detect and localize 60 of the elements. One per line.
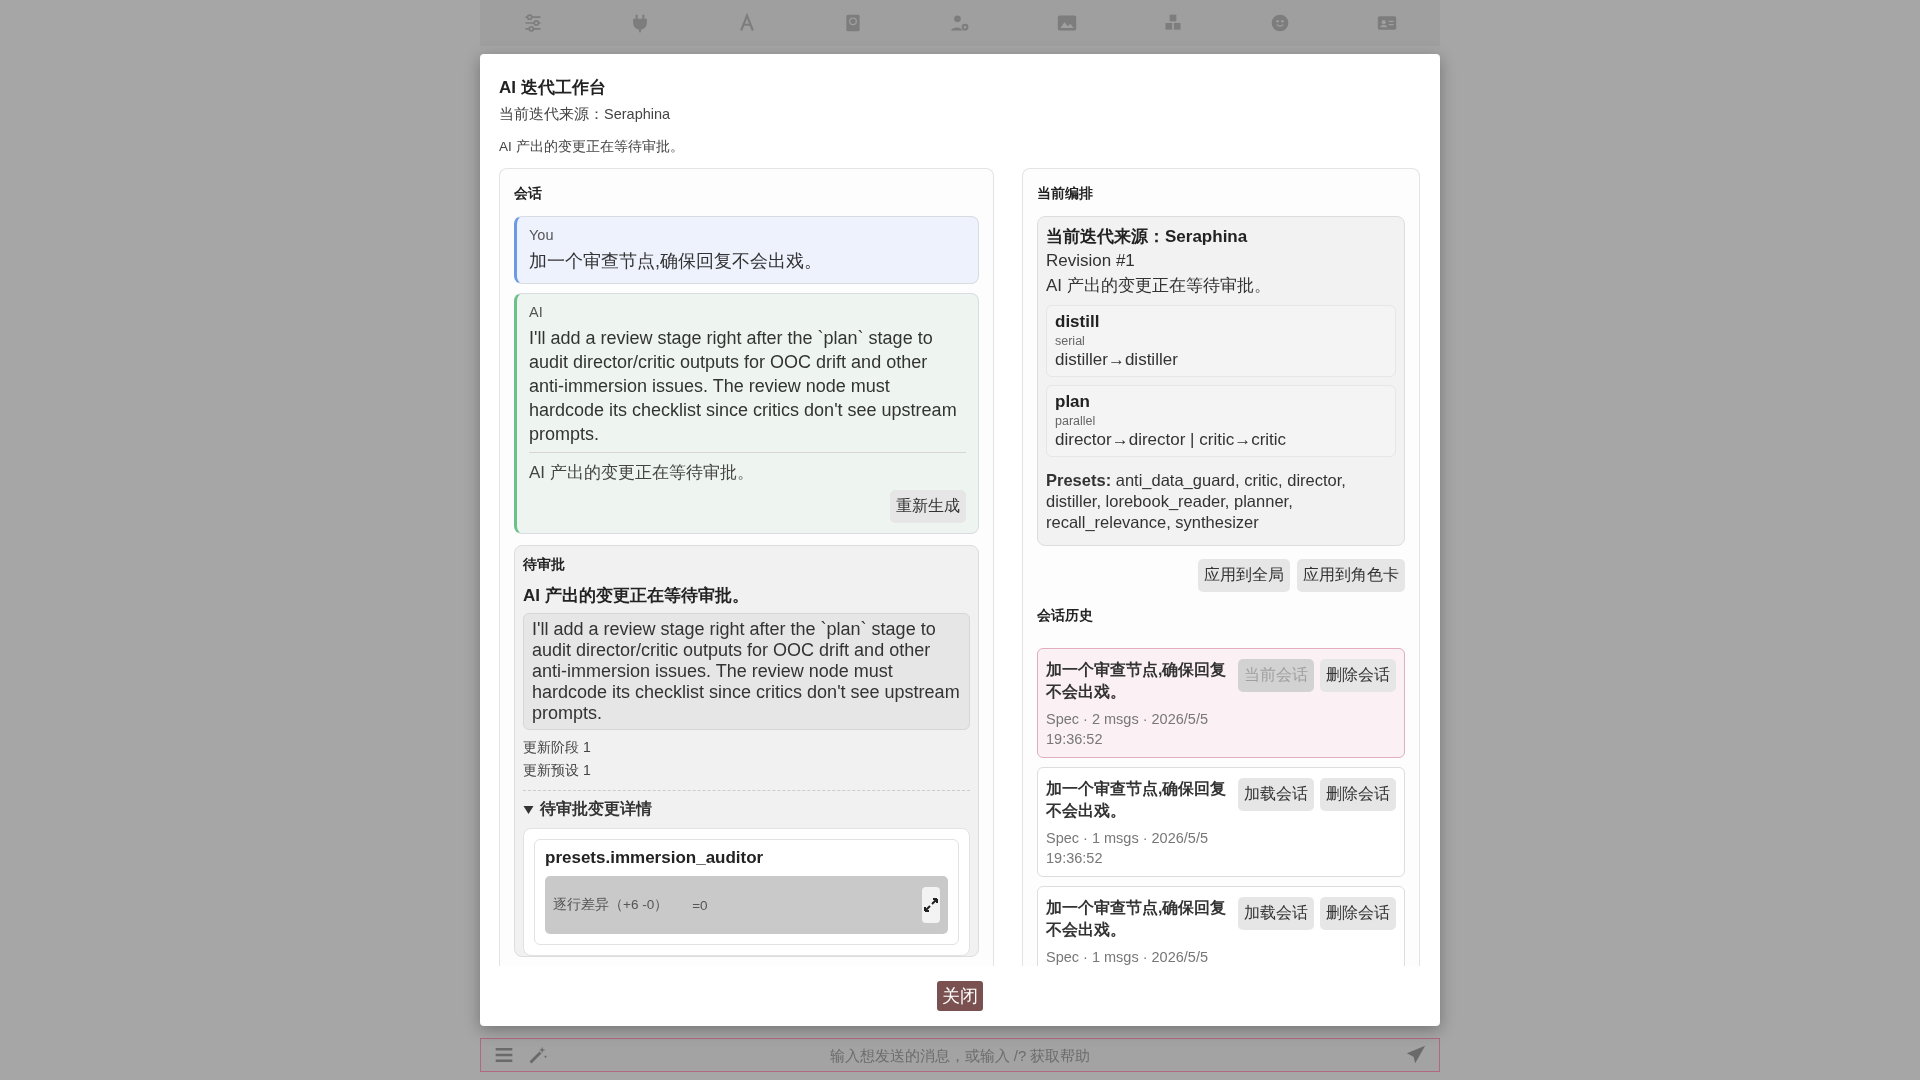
- stage-mode: parallel: [1055, 414, 1097, 428]
- presets-text: Presets: anti_data_guard, critic, director, distiller, lorebook_reader, planner, recall_relevance, synthesizer: [1046, 470, 1347, 533]
- details-toggle[interactable]: 待审批变更详情: [540, 799, 652, 820]
- load-session-button[interactable]: 加载会话: [1238, 897, 1314, 930]
- session-meta: Spec · 1 msgs · 2026/5/5: [1046, 948, 1209, 966]
- delete-session-button[interactable]: 删除会话: [1320, 659, 1396, 692]
- dialog-title: AI 迭代工作台: [499, 77, 607, 99]
- unchanged-count: =0: [692, 897, 708, 913]
- menu-icon[interactable]: [494, 1045, 514, 1065]
- revision-label: Revision #1: [1046, 251, 1136, 271]
- source-label: 当前迭代来源：Seraphina: [499, 105, 672, 124]
- delete-session-button[interactable]: 删除会话: [1320, 778, 1396, 811]
- plug-icon[interactable]: [630, 13, 650, 33]
- user-gear-icon[interactable]: [949, 13, 970, 33]
- message-text: 加一个审查节点,确保回复不会出戏。: [529, 250, 823, 273]
- session-title: 加一个审查节点,确保回复不会出戏。: [1046, 779, 1228, 821]
- session-item[interactable]: 加一个审查节点,确保回复不会出戏。 加载会话 删除会话 Spec · 1 msgs · 2026/5/5: [1037, 886, 1405, 966]
- expand-icon: [924, 898, 938, 912]
- stage-name: plan: [1055, 392, 1091, 412]
- cubes-icon[interactable]: [1163, 13, 1184, 33]
- stage-flow: distiller→distiller: [1055, 350, 1179, 370]
- change-name: presets.immersion_auditor: [545, 848, 765, 868]
- smiley-icon[interactable]: [1269, 13, 1290, 33]
- section-heading: 当前编排: [1037, 185, 1094, 203]
- send-icon[interactable]: [1406, 1045, 1426, 1065]
- delete-session-button[interactable]: 删除会话: [1320, 897, 1396, 930]
- apply-button[interactable]: 应用到全局: [1198, 559, 1290, 592]
- stage-mode: serial: [1055, 334, 1086, 348]
- load-session-button[interactable]: 加载会话: [1238, 778, 1314, 811]
- session-meta: Spec · 2 msgs · 2026/5/5 19:36:52: [1046, 710, 1209, 749]
- stage-flow: director→director | critic→critic: [1055, 430, 1288, 450]
- sliders-icon[interactable]: [523, 13, 544, 33]
- expand-button[interactable]: [922, 887, 940, 923]
- change-count: 更新预设 1: [523, 761, 592, 780]
- message-author: AI: [529, 304, 544, 320]
- regenerate-button[interactable]: 重新生成: [890, 490, 966, 523]
- source-label: 当前迭代来源：Seraphina: [1046, 226, 1249, 248]
- change-summary: I'll add a review stage right after the `plan` stage to audit director/critic outputs for OOC drift and other anti-immersion issues. The review node must hardcode its checklist since critics don't see upstream prompts.: [523, 613, 970, 730]
- session-title: 加一个审查节点,确保回复不会出戏。: [1046, 898, 1228, 940]
- caret-down-icon[interactable]: [523, 804, 534, 815]
- pending-title: AI 产出的变更正在等待审批。: [523, 585, 750, 607]
- apply-button[interactable]: 应用到角色卡: [1297, 559, 1405, 592]
- status-text: AI 产出的变更正在等待审批。: [499, 138, 685, 156]
- close-button[interactable]: 关闭: [936, 981, 983, 1011]
- session-meta: Spec · 1 msgs · 2026/5/5 19:36:52: [1046, 829, 1209, 868]
- diff-label: 逐行差异（+6 -0）: [553, 896, 669, 914]
- section-heading: 会话历史: [1037, 607, 1094, 625]
- session-item[interactable]: 加一个审查节点,确保回复不会出戏。 加载会话 删除会话 Spec · 1 msgs · 2026/5/5 19:36:52: [1037, 767, 1405, 877]
- change-count: 更新阶段 1: [523, 738, 592, 757]
- message-author: You: [529, 227, 555, 243]
- section-heading: 待审批: [523, 556, 566, 574]
- image-icon[interactable]: [1056, 13, 1077, 33]
- message-text: I'll add a review stage right after the `plan` stage to audit director/critic outputs for OOC drift and other anti-immersion issues. The review node must hardcode its checklist since critics don't see upstream prompts.: [529, 327, 958, 446]
- stage-name: distill: [1055, 312, 1101, 332]
- section-heading: 会话: [514, 185, 543, 203]
- session-title: 加一个审查节点,确保回复不会出戏。: [1046, 660, 1228, 702]
- message-status: AI 产出的变更正在等待审批。: [529, 452, 966, 484]
- id-card-icon[interactable]: [1376, 13, 1397, 33]
- magic-wand-icon[interactable]: [528, 1045, 548, 1065]
- status-text: AI 产出的变更正在等待审批。: [1046, 275, 1272, 297]
